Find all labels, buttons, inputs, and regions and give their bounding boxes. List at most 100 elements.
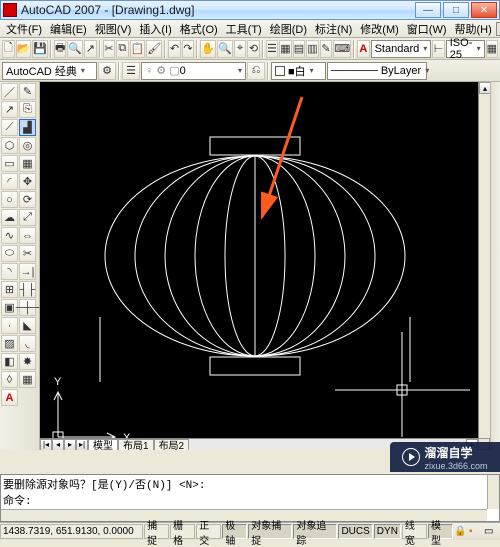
menu-dim[interactable]: 标注(N)	[311, 20, 356, 38]
tray-settings-icon[interactable]: ▪	[469, 526, 481, 538]
menu-draw[interactable]: 绘图(D)	[266, 20, 311, 38]
table-icon[interactable]: ▦	[19, 371, 36, 388]
doc-minimize-button[interactable]: –	[496, 22, 500, 36]
maximize-button[interactable]: □	[443, 2, 469, 18]
coords-panel[interactable]: 1438.7319, 651.9130, 0.0000	[0, 524, 143, 539]
rect-icon[interactable]: ▭	[1, 155, 18, 172]
polar-toggle[interactable]: 极轴	[222, 524, 247, 539]
clean-screen-icon[interactable]: ▭	[484, 526, 496, 538]
ellipse-icon[interactable]: ⬭	[1, 245, 18, 262]
tab-next-icon[interactable]: ▸	[64, 439, 76, 451]
calc-icon[interactable]: ⌨	[333, 40, 351, 58]
lwt-toggle[interactable]: 线宽	[402, 524, 427, 539]
circle-icon[interactable]: ○	[1, 191, 18, 208]
osnap-toggle[interactable]: 对象捕捉	[248, 524, 292, 539]
dimstyle-combo[interactable]: ISO-25▾	[446, 40, 485, 58]
offset-icon[interactable]: ◎	[19, 137, 36, 154]
open-icon[interactable]: 📂	[16, 40, 32, 58]
move-icon[interactable]: ✥	[19, 173, 36, 190]
undo-icon[interactable]: ↶	[168, 40, 181, 58]
redo-icon[interactable]: ↷	[182, 40, 195, 58]
vscrollbar[interactable]: ▴	[478, 82, 490, 438]
menu-tools[interactable]: 工具(T)	[222, 20, 266, 38]
hatch-icon[interactable]: ▨	[1, 335, 18, 352]
props-icon[interactable]: ☰	[266, 40, 279, 58]
cmd-vscroll[interactable]	[487, 475, 499, 509]
mtext-icon[interactable]: A	[1, 389, 18, 406]
extend-icon[interactable]: →|	[19, 263, 36, 280]
spline-icon[interactable]: ∿	[1, 227, 18, 244]
snap-toggle[interactable]: 捕捉	[144, 524, 169, 539]
line-icon[interactable]: ／	[1, 83, 18, 100]
layer-combo[interactable]: ♀ ⚙ ▢ 0▾	[141, 62, 246, 80]
pline-icon[interactable]: ⟋	[1, 119, 18, 136]
menu-window[interactable]: 窗口(W)	[403, 20, 451, 38]
publish-icon[interactable]: ↗	[84, 40, 97, 58]
print-icon[interactable]: 🖶	[54, 40, 67, 58]
revcloud-icon[interactable]: ☁	[1, 209, 18, 226]
stretch-icon[interactable]: ⇔	[19, 227, 36, 244]
tab-layout1[interactable]: 布局1	[118, 439, 154, 451]
fillet-icon[interactable]: ◟	[19, 335, 36, 352]
linetype-combo[interactable]: ────── ByLayer▾	[327, 62, 427, 80]
dyn-toggle[interactable]: DYN	[374, 524, 401, 539]
color-combo[interactable]: ■白▾	[271, 62, 326, 80]
copy-obj-icon[interactable]: ⎘	[19, 101, 36, 118]
model-toggle[interactable]: 模型	[428, 524, 453, 539]
rotate-icon[interactable]: ⟳	[19, 191, 36, 208]
array-icon[interactable]: ▦	[19, 155, 36, 172]
block-icon[interactable]: ⊞	[1, 281, 18, 298]
tab-prev-icon[interactable]: ◂	[52, 439, 64, 451]
markup-icon[interactable]: ✎	[320, 40, 333, 58]
command-window[interactable]: 要删除源对象吗？[是(Y)/否(N)] <N>: 命令:	[0, 474, 500, 522]
erase-icon[interactable]: ✎	[19, 83, 36, 100]
gradient-icon[interactable]: ◧	[1, 353, 18, 370]
menu-format[interactable]: 格式(O)	[176, 20, 222, 38]
menu-modify[interactable]: 修改(M)	[356, 20, 403, 38]
minimize-button[interactable]: —	[415, 2, 441, 18]
tab-first-icon[interactable]: |◂	[40, 439, 52, 451]
zoomwin-icon[interactable]: ⌖	[234, 40, 247, 58]
join-icon[interactable]: ─┼─	[19, 299, 36, 316]
workspace-settings-icon[interactable]: ⚙	[98, 62, 116, 80]
tab-layout2[interactable]: 布局2	[154, 439, 190, 451]
save-icon[interactable]: 💾	[32, 40, 48, 58]
textstyle-set-icon[interactable]: A	[357, 40, 370, 58]
cut-icon[interactable]: ✂	[103, 40, 116, 58]
menu-help[interactable]: 帮助(H)	[451, 20, 496, 38]
otrack-toggle[interactable]: 对象追踪	[293, 524, 337, 539]
ellarc-icon[interactable]: ◝	[1, 263, 18, 280]
layer-prev-icon[interactable]: ⎌	[247, 62, 265, 80]
chamfer-icon[interactable]: ◣	[19, 317, 36, 334]
menu-file[interactable]: 文件(F)	[2, 20, 46, 38]
layer-props-icon[interactable]: ☰	[122, 62, 140, 80]
ssm-icon[interactable]: ▥	[306, 40, 319, 58]
pan-icon[interactable]: ✋	[200, 40, 216, 58]
ducs-toggle[interactable]: DUCS	[338, 524, 372, 539]
xline-icon[interactable]: ↗	[1, 101, 18, 118]
dimstyle-icon[interactable]: ⊢	[432, 40, 445, 58]
toolpal-icon[interactable]: ▤	[293, 40, 306, 58]
paste-icon[interactable]: 📋	[130, 40, 146, 58]
region-icon[interactable]: ◊	[1, 371, 18, 388]
menu-view[interactable]: 视图(V)	[91, 20, 136, 38]
explode-icon[interactable]: ✸	[19, 353, 36, 370]
trim-icon[interactable]: ✂	[19, 245, 36, 262]
arc-icon[interactable]: ◜	[1, 173, 18, 190]
mirror-icon[interactable]: ▟	[19, 119, 36, 136]
preview-icon[interactable]: 🔍	[67, 40, 83, 58]
match-icon[interactable]: 🖌	[146, 40, 162, 58]
close-button[interactable]: ✕	[471, 2, 497, 18]
comm-center-icon[interactable]: 🔒	[454, 526, 466, 538]
tab-model[interactable]: 模型	[88, 439, 118, 451]
scale-icon[interactable]: ⤢	[19, 209, 36, 226]
zoom-icon[interactable]: 🔍	[217, 40, 233, 58]
dc-icon[interactable]: ▦	[279, 40, 292, 58]
textstyle-combo[interactable]: Standard▾	[371, 40, 432, 58]
cmd-prompt[interactable]: 命令:	[3, 492, 497, 508]
menu-insert[interactable]: 插入(I)	[135, 20, 175, 38]
ortho-toggle[interactable]: 正交	[196, 524, 221, 539]
point-icon[interactable]: ·	[1, 317, 18, 334]
grid-toggle[interactable]: 栅格	[170, 524, 195, 539]
menu-edit[interactable]: 编辑(E)	[46, 20, 91, 38]
